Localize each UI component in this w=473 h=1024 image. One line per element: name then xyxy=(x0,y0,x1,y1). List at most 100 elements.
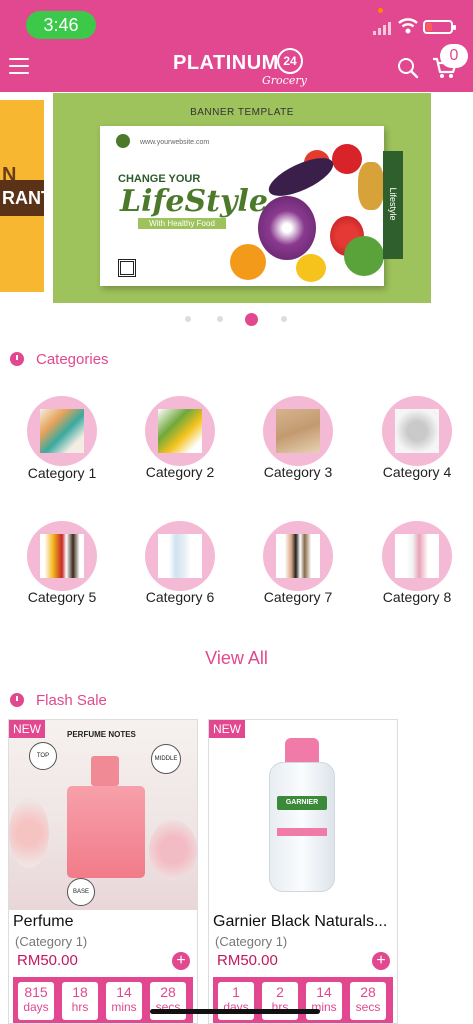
category-label: Category 4 xyxy=(382,464,452,480)
category-image xyxy=(276,409,320,453)
category-item[interactable]: Category 5 xyxy=(12,521,112,605)
category-item[interactable]: Category 1 xyxy=(12,396,112,481)
brand-logo: PLATINUM xyxy=(173,52,279,74)
brand-subtitle: Grocery xyxy=(262,74,307,87)
new-badge: NEW xyxy=(209,720,245,738)
flash-sale-heading: Flash Sale xyxy=(36,692,107,709)
category-image xyxy=(158,409,202,453)
view-all-link[interactable]: View All xyxy=(0,648,473,669)
banner-title: BANNER TEMPLATE xyxy=(190,107,294,118)
banner-card: www.yourwebsite.com CHANGE YOUR LifeStyl… xyxy=(100,126,384,286)
signal-icon xyxy=(373,31,376,35)
orange-image xyxy=(230,244,266,280)
timer-hours: 2 hrs xyxy=(262,982,298,1020)
lettuce-image xyxy=(344,236,384,276)
perfume-notes-title: PERFUME NOTES xyxy=(67,730,136,739)
pineapple-image xyxy=(358,162,384,210)
category-label: Category 7 xyxy=(263,589,333,605)
home-indicator[interactable] xyxy=(150,1009,320,1014)
wifi-icon xyxy=(398,18,418,34)
banner-prev-strip: RANT xyxy=(0,180,44,216)
category-image xyxy=(395,534,439,578)
timer-days: 1 days xyxy=(218,982,254,1020)
rose-petals xyxy=(9,798,49,868)
privacy-indicator xyxy=(378,8,383,13)
clock-icon xyxy=(10,352,24,366)
timer-minutes: 14 mins xyxy=(106,982,142,1020)
timer-minutes: 14 mins xyxy=(306,982,342,1020)
add-to-cart-button[interactable]: + xyxy=(172,952,190,970)
signal-bar xyxy=(383,25,386,35)
carousel-dot[interactable] xyxy=(217,316,223,322)
vegan-food-logo xyxy=(116,134,130,148)
categories-heading: Categories xyxy=(36,351,109,368)
bottle-pink-band xyxy=(277,828,327,836)
timer-seconds: 28 secs xyxy=(150,982,186,1020)
signal-bar xyxy=(388,22,391,35)
product-category: (Category 1) xyxy=(15,934,88,949)
pepper-image xyxy=(296,254,326,282)
banner-side-text: Lifestyle xyxy=(388,187,398,221)
category-image xyxy=(395,409,439,453)
perfume-cap xyxy=(91,756,119,786)
product-price: RM50.00 xyxy=(217,952,278,969)
category-image xyxy=(40,534,84,578)
status-time: 3:46 xyxy=(26,11,96,39)
banner-website: www.yourwebsite.com xyxy=(140,139,210,146)
tomato-image xyxy=(332,144,362,174)
carousel-dot-active[interactable] xyxy=(245,313,258,326)
app-header: 3:46 PLATINUM 24 Grocery 0 xyxy=(0,0,473,92)
banner-slide-previous[interactable]: N RANT xyxy=(0,100,44,292)
category-item[interactable]: Category 3 xyxy=(248,396,348,480)
category-item[interactable]: Category 4 xyxy=(367,396,467,480)
search-icon[interactable] xyxy=(397,57,419,79)
rose-petals xyxy=(149,820,197,880)
note-top-badge: TOP xyxy=(29,742,57,770)
carousel-dot[interactable] xyxy=(281,316,287,322)
cart-count-badge: 0 xyxy=(440,44,468,68)
qr-code-icon xyxy=(118,259,136,277)
category-label: Category 5 xyxy=(27,589,97,605)
banner-side-tag: Lifestyle xyxy=(383,151,403,259)
category-label: Category 2 xyxy=(145,464,215,480)
banner-script: LifeStyle xyxy=(120,184,268,219)
battery-icon xyxy=(423,20,456,34)
category-label: Category 1 xyxy=(27,465,97,481)
clock-icon xyxy=(10,693,24,707)
carousel-dot[interactable] xyxy=(185,316,191,322)
product-category: (Category 1) xyxy=(215,934,288,949)
new-badge: NEW xyxy=(9,720,45,738)
product-price: RM50.00 xyxy=(17,952,78,969)
product-card[interactable]: PERFUME NOTES TOP MIDDLE BASE NEW Perfum… xyxy=(8,719,198,1024)
add-to-cart-button[interactable]: + xyxy=(372,952,390,970)
perfume-bottle xyxy=(67,786,145,878)
bottle-label: GARNIER xyxy=(277,796,327,810)
note-base-badge: BASE xyxy=(67,878,95,906)
category-image xyxy=(158,534,202,578)
eggplant-image xyxy=(263,150,339,204)
product-image: PERFUME NOTES TOP MIDDLE BASE xyxy=(9,720,197,910)
product-card[interactable]: GARNIER NEW Garnier Black Naturals... (C… xyxy=(208,719,398,1024)
timer-days: 815 days xyxy=(18,982,54,1020)
cabbage-image xyxy=(258,196,316,260)
signal-bar xyxy=(378,28,381,35)
category-label: Category 8 xyxy=(382,589,452,605)
category-item[interactable]: Category 6 xyxy=(130,521,230,605)
bottle-body xyxy=(269,762,335,892)
countdown-timer: 815 days 18 hrs 14 mins 28 secs xyxy=(13,977,193,1023)
countdown-timer: 1 days 2 hrs 14 mins 28 secs xyxy=(213,977,393,1023)
timer-hours: 18 hrs xyxy=(62,982,98,1020)
note-middle-badge: MIDDLE xyxy=(151,744,181,774)
category-label: Category 6 xyxy=(145,589,215,605)
battery-level xyxy=(426,23,432,31)
hamburger-menu-icon[interactable] xyxy=(9,58,29,74)
banner-slide-current[interactable]: BANNER TEMPLATE www.yourwebsite.com CHAN… xyxy=(53,93,431,303)
category-image xyxy=(40,409,84,453)
category-image xyxy=(276,534,320,578)
category-item[interactable]: Category 8 xyxy=(367,521,467,605)
timer-seconds: 28 secs xyxy=(350,982,386,1020)
bottle-cap xyxy=(285,738,319,764)
product-image: GARNIER xyxy=(209,720,397,910)
category-item[interactable]: Category 2 xyxy=(130,396,230,480)
category-item[interactable]: Category 7 xyxy=(248,521,348,605)
